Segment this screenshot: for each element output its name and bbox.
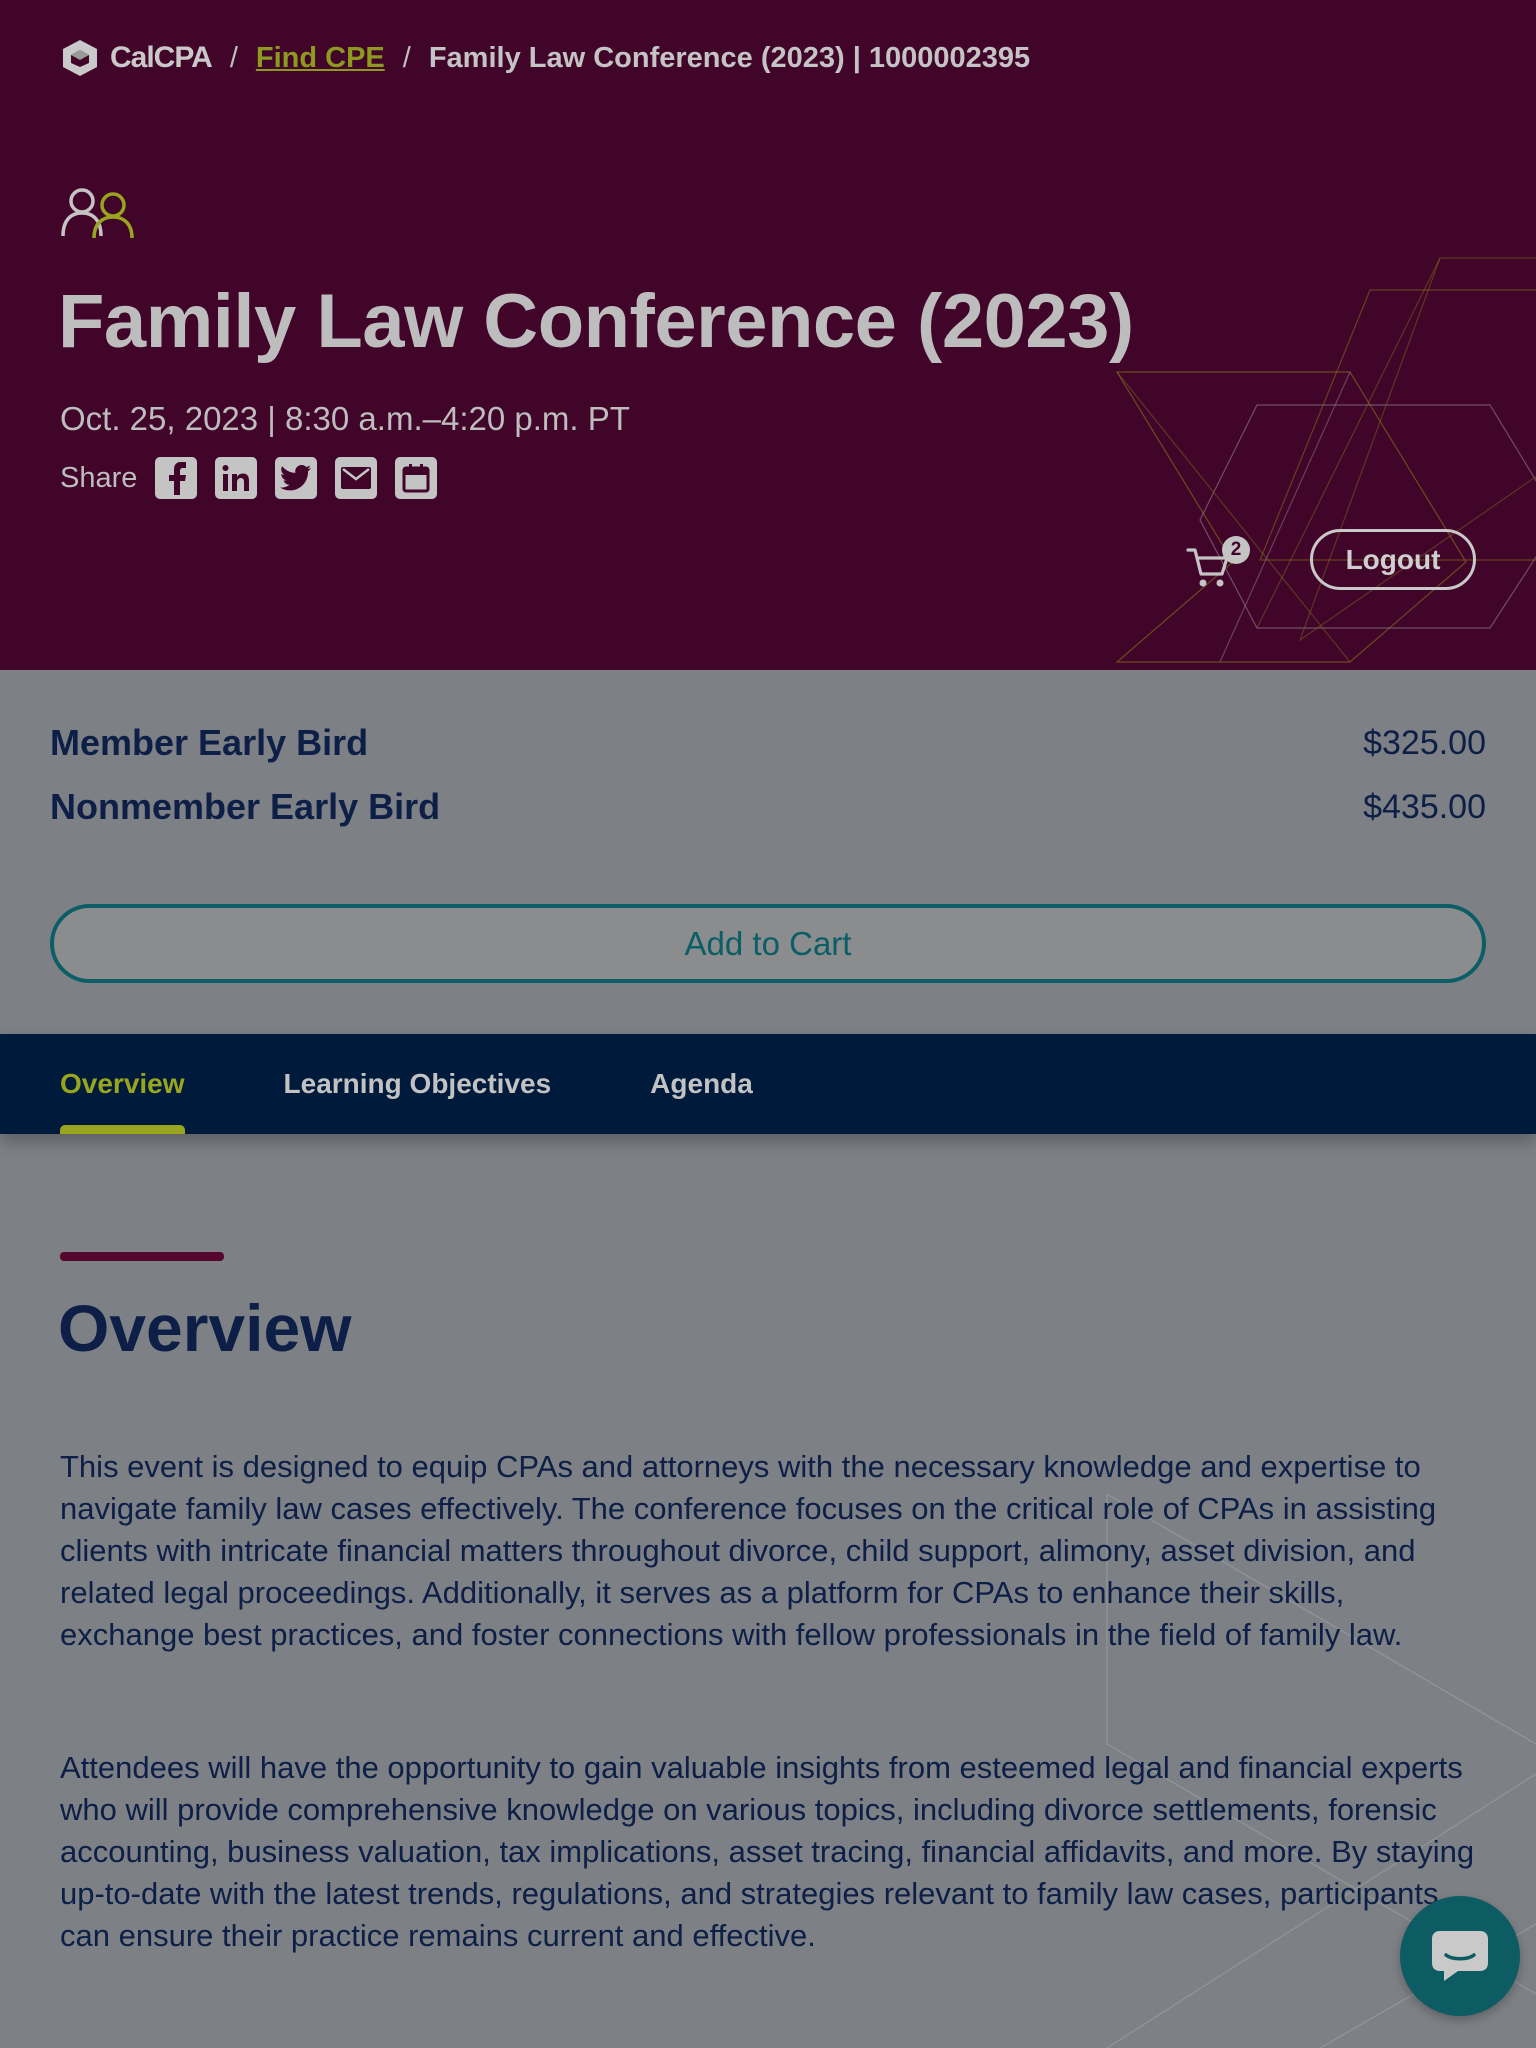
share-row: Share bbox=[60, 456, 455, 500]
twitter-icon[interactable] bbox=[275, 457, 318, 499]
calcpa-logo[interactable]: CalCPA bbox=[60, 38, 213, 78]
price-name: Nonmember Early Bird bbox=[50, 786, 441, 827]
chat-bubble-icon bbox=[1432, 1931, 1488, 1981]
attendees-icon bbox=[61, 188, 134, 238]
share-label: Share bbox=[60, 461, 138, 494]
event-title: Family Law Conference (2023) bbox=[58, 279, 1134, 364]
event-date-time: Oct. 25, 2023 | 8:30 a.m.–4:20 p.m. PT bbox=[60, 400, 630, 437]
price-row-nonmember: Nonmember Early Bird $435.00 bbox=[50, 782, 1486, 832]
breadcrumb-link-find-cpe[interactable]: Find CPE bbox=[256, 42, 385, 75]
linkedin-icon[interactable] bbox=[215, 457, 258, 499]
overview-paragraph: This event is designed to equip CPAs and… bbox=[60, 1449, 1437, 1652]
breadcrumb-current: Family Law Conference (2023) | 100000239… bbox=[428, 41, 1031, 74]
overview-section: Overview This event is designed to equip… bbox=[0, 1134, 1536, 2048]
price-value: $325.00 bbox=[1363, 723, 1486, 762]
calendar-icon[interactable] bbox=[395, 457, 438, 499]
logout-button[interactable]: Logout bbox=[1310, 529, 1476, 590]
breadcrumb: CalCPA / Find CPE / Family Law Conferenc… bbox=[60, 38, 1030, 78]
price-row-member: Member Early Bird $325.00 bbox=[50, 718, 1486, 768]
breadcrumb-separator: / bbox=[229, 41, 238, 74]
calcpa-logo-icon bbox=[63, 40, 97, 76]
heading-accent-bar bbox=[60, 1252, 224, 1261]
facebook-icon[interactable] bbox=[155, 457, 198, 499]
price-name: Member Early Bird bbox=[50, 722, 369, 763]
pricing-panel: Member Early Bird $325.00 Nonmember Earl… bbox=[0, 670, 1536, 1034]
section-tabs: Overview Learning Objectives Agenda bbox=[0, 1034, 1536, 1134]
price-value: $435.00 bbox=[1363, 787, 1486, 826]
add-to-cart-button[interactable]: Add to Cart bbox=[50, 904, 1486, 983]
tab-agenda[interactable]: Agenda bbox=[650, 1034, 753, 1134]
tab-overview[interactable]: Overview bbox=[60, 1034, 185, 1134]
overview-paragraph: Attendees will have the opportunity to g… bbox=[60, 1750, 1475, 1953]
chat-button[interactable] bbox=[1400, 1896, 1520, 2016]
logo-text: CalCPA bbox=[110, 41, 213, 74]
overview-heading: Overview bbox=[58, 1291, 352, 1365]
breadcrumb-separator: / bbox=[402, 41, 411, 74]
tab-learning-objectives[interactable]: Learning Objectives bbox=[284, 1034, 552, 1134]
email-icon[interactable] bbox=[335, 457, 378, 499]
event-hero: CalCPA / Find CPE / Family Law Conferenc… bbox=[0, 0, 1536, 670]
cart-button[interactable]: 2 bbox=[1186, 536, 1252, 587]
cart-count-badge: 2 bbox=[1222, 536, 1250, 564]
